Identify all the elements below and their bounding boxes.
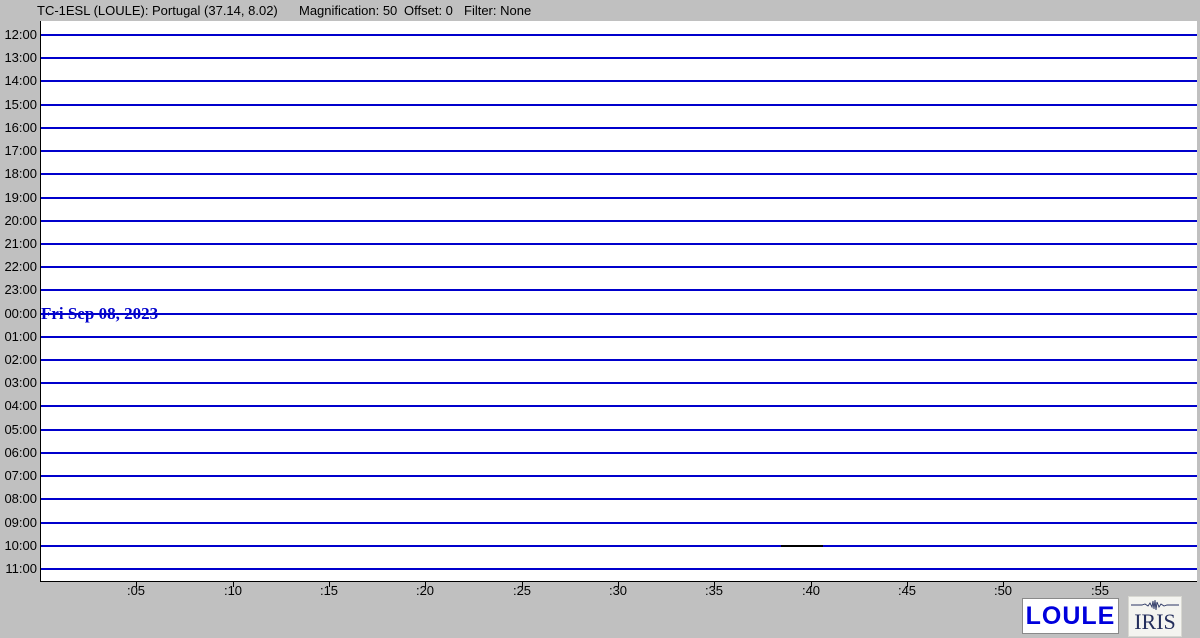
trace-row-line [41,150,1197,152]
hour-label: 09:00 [0,515,37,531]
minute-tick-label: :35 [697,583,731,598]
trace-row-line [41,313,1197,315]
trace-row-line [41,405,1197,407]
trace-row-line [41,34,1197,36]
date-annotation: Fri Sep 08, 2023 [41,304,158,324]
hour-label: 23:00 [0,282,37,298]
trace-row-line [41,127,1197,129]
hour-label: 03:00 [0,375,37,391]
hour-label: 22:00 [0,259,37,275]
minute-tick-label: :20 [408,583,442,598]
minute-tick-label: :40 [794,583,828,598]
hour-label: 13:00 [0,50,37,66]
trace-row-line [41,197,1197,199]
trace-row-line [41,429,1197,431]
minute-tick-label: :25 [505,583,539,598]
trace-row-line [41,359,1197,361]
hour-label: 07:00 [0,468,37,484]
trace-row-line [41,220,1197,222]
hour-label: 19:00 [0,190,37,206]
hour-label: 00:00 [0,306,37,322]
trace-row-line [41,336,1197,338]
hour-label: 04:00 [0,398,37,414]
minute-tick-label: :55 [1083,583,1117,598]
active-trace-segment [781,545,823,547]
hour-label: 05:00 [0,422,37,438]
hour-label: 17:00 [0,143,37,159]
iris-logo: IRIS [1128,596,1182,637]
minute-tick-label: :30 [601,583,635,598]
station-badge-label: LOULE [1026,602,1116,631]
hour-label: 06:00 [0,445,37,461]
hour-label: 18:00 [0,166,37,182]
trace-row-line [41,266,1197,268]
trace-row-line [41,104,1197,106]
hour-label: 01:00 [0,329,37,345]
hour-label: 15:00 [0,97,37,113]
magnification-label: Magnification: 50 [299,3,397,18]
trace-row-line [41,545,1197,547]
trace-row-line [41,289,1197,291]
trace-row-line [41,80,1197,82]
trace-row-line [41,173,1197,175]
hour-label: 11:00 [0,561,37,577]
station-id-label: TC-1ESL (LOULE): [37,3,149,18]
trace-row-line [41,382,1197,384]
iris-logo-text: IRIS [1134,611,1176,633]
hour-label: 10:00 [0,538,37,554]
minute-tick-label: :10 [216,583,250,598]
hour-label: 20:00 [0,213,37,229]
hour-label: 08:00 [0,491,37,507]
trace-row-line [41,475,1197,477]
trace-row-line [41,568,1197,570]
minute-tick-label: :15 [312,583,346,598]
trace-row-line [41,522,1197,524]
amaseis-helicorder-window: { "header": { "station": "TC-1ESL (LOULE… [0,0,1200,638]
hour-label: 14:00 [0,73,37,89]
trace-row-line [41,452,1197,454]
hour-label: 02:00 [0,352,37,368]
hour-label: 16:00 [0,120,37,136]
filter-label: Filter: None [464,3,531,18]
hour-label: 12:00 [0,27,37,43]
trace-row-line [41,57,1197,59]
offset-label: Offset: 0 [404,3,453,18]
station-location-label: Portugal (37.14, 8.02) [152,3,278,18]
trace-row-line [41,243,1197,245]
minute-tick-label: :05 [119,583,153,598]
helicorder-plot-area[interactable] [40,21,1197,582]
trace-row-line [41,498,1197,500]
station-name-badge: LOULE [1022,598,1119,634]
minute-tick-label: :50 [986,583,1020,598]
minute-tick-label: :45 [890,583,924,598]
hour-label: 21:00 [0,236,37,252]
